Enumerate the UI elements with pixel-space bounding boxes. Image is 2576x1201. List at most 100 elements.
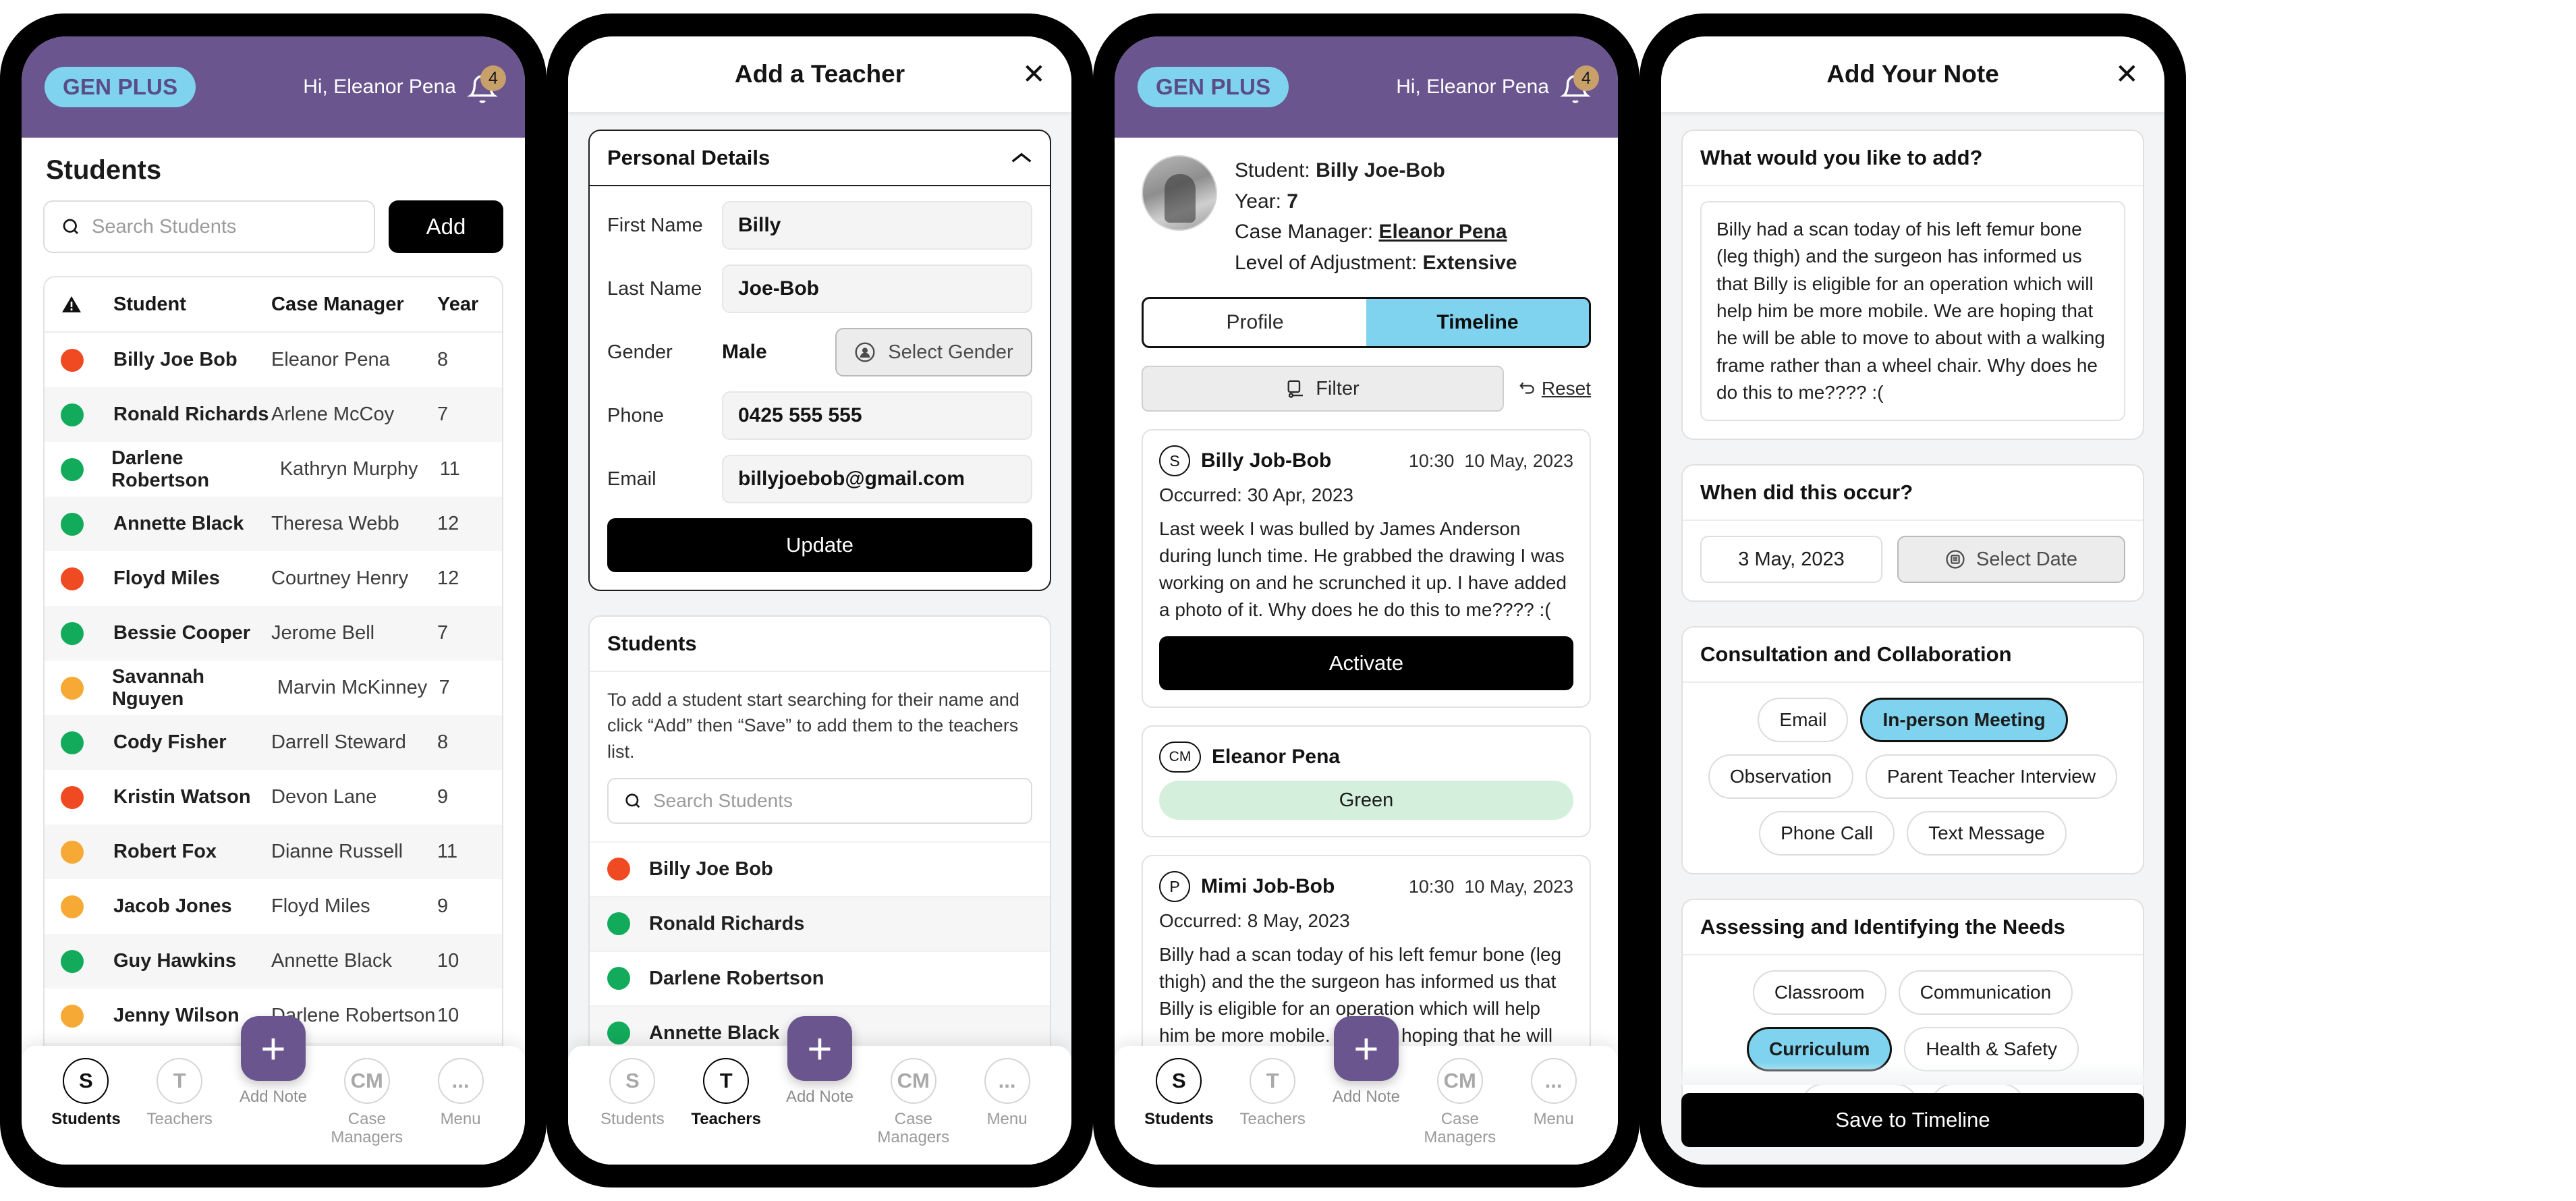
cell-case-manager: Annette Black [271,950,392,972]
chevron-up-icon [1011,152,1032,163]
teacher-search-students-input[interactable]: Search Students [607,777,1032,824]
ellipsis-icon: ... [984,1058,1030,1104]
status-dot [61,676,112,700]
nav-menu-label: Menu [1533,1110,1574,1128]
col-student[interactable]: Student [113,294,271,316]
table-row[interactable]: Guy Hawkins Annette Black 10 [45,934,502,988]
table-row[interactable]: Bessie Cooper Jerome Bell 7 [45,606,502,661]
timeline-entry[interactable]: S Billy Job-Bob 10:30 10 May, 2023 Occurred… [1142,429,1591,708]
last-name-input[interactable]: Joe-Bob [722,264,1032,313]
case-managers-icon: CM [890,1058,936,1104]
nav-students[interactable]: S Students [586,1058,679,1129]
chip-option[interactable]: In-person Meeting [1860,698,2068,743]
search-students-input[interactable]: Search Students [43,200,375,253]
nav-teachers[interactable]: T Teachers [679,1058,773,1129]
select-date-button[interactable]: Select Date [1897,536,2125,584]
table-row[interactable]: Billy Joe Bob Eleanor Pena 8 [45,333,502,387]
table-row[interactable]: Annette Black Theresa Webb 12 [45,497,502,551]
table-row[interactable]: Kristin Watson Devon Lane 9 [45,770,502,825]
chip-option[interactable]: Phone Call [1759,811,1895,856]
status-dot [61,785,113,809]
add-teacher-header: Add a Teacher ✕ [568,36,1071,112]
status-dot [61,895,113,918]
nav-menu[interactable]: ... Menu [960,1058,1054,1129]
page-title: Students [46,155,162,185]
tab-profile[interactable]: Profile [1144,299,1366,346]
nav-teachers[interactable]: T Teachers [133,1058,227,1129]
table-row[interactable]: Ronald Richards Arlene McCoy 7 [45,387,502,442]
update-button[interactable]: Update [607,518,1032,572]
list-item[interactable]: Ronald Richards [590,895,1050,951]
nav-teachers[interactable]: T Teachers [1226,1058,1320,1129]
table-row[interactable]: Cody Fisher Darrell Steward 8 [45,715,502,770]
notifications-button[interactable]: 4 [467,65,506,105]
nav-case-managers[interactable]: CM Case Managers [320,1058,414,1147]
date-value[interactable]: 3 May, 2023 [1700,536,1882,584]
activate-button[interactable]: Activate [1159,636,1573,691]
chip-option[interactable]: Text Message [1907,811,2067,856]
col-case-manager[interactable]: Case Manager [271,294,437,316]
cell-student: Kristin Watson [113,786,251,808]
phone-input[interactable]: 0425 555 555 [722,391,1032,440]
tab-timeline[interactable]: Timeline [1366,299,1589,347]
field-gender: Gender Male Select Gender [607,328,1032,376]
table-row[interactable]: Robert Fox Dianne Russell 11 [45,825,502,879]
consultation-heading: Consultation and Collaboration [1700,642,2012,667]
col-year[interactable]: Year [437,294,502,316]
nav-menu[interactable]: ... Menu [414,1058,507,1129]
status-dot [61,348,113,372]
note-textarea[interactable]: Billy had a scan today of his left femur… [1700,201,2125,422]
table-row[interactable]: Jacob Jones Floyd Miles 9 [45,879,502,934]
student-profile-summary: Student: Billy Joe-Bob Year: 7 Case Mana… [1136,138,1596,291]
nav-students[interactable]: S Students [1132,1058,1226,1129]
phone-add-note: Add Your Note ✕ What would you like to a… [1640,13,2186,1188]
nav-students-label: Students [600,1110,665,1128]
nav-add-note[interactable]: + Add Note [773,1016,867,1107]
date-row: 3 May, 2023 Select Date [1700,536,2125,584]
table-row[interactable]: Savannah Nguyen Marvin McKinney 7 [45,661,502,715]
nav-menu[interactable]: ... Menu [1507,1058,1600,1129]
profile-lines: Student: Billy Joe-Bob Year: 7 Case Mana… [1235,155,1517,278]
nav-case-managers-label: Case Managers [877,1110,950,1146]
status-dot [61,567,113,590]
table-row[interactable]: Floyd Miles Courtney Henry 12 [45,551,502,606]
brand-pill[interactable]: GEN PLUS [45,67,196,107]
notifications-button[interactable]: 4 [1560,65,1599,105]
when-body: 3 May, 2023 Select Date [1683,521,2143,600]
close-icon[interactable]: ✕ [1022,60,1046,88]
brand-pill[interactable]: GEN PLUS [1138,67,1289,107]
consultation-body: Email In-person Meeting Observation Parent … [1683,683,2143,873]
close-icon[interactable]: ✕ [2115,60,2139,88]
nav-students[interactable]: S Students [39,1058,133,1129]
cell-year: 10 [437,950,459,972]
status-dot [61,512,113,536]
filter-button[interactable]: Filter [1142,366,1504,412]
save-to-timeline-button[interactable]: Save to Timeline [1681,1093,2144,1147]
email-input[interactable]: billyjoebob@gmail.com [722,455,1032,503]
cell-student: Savannah Nguyen [111,665,204,710]
table-row[interactable]: Darlene Robertson Kathryn Murphy 11 [45,442,502,497]
chip-option[interactable]: Parent Teacher Interview [1865,754,2118,800]
nav-case-managers[interactable]: CM Case Managers [866,1058,960,1147]
list-item[interactable]: Billy Joe Bob [590,841,1050,896]
chip-option[interactable]: Communication [1898,970,2073,1015]
first-name-input[interactable]: Billy [722,201,1032,250]
chip-option[interactable]: Classroom [1752,970,1886,1015]
personal-details-header[interactable]: Personal Details [590,131,1050,186]
list-item[interactable]: Darlene Robertson [590,950,1050,1005]
warning-icon [61,294,113,315]
add-teacher-body: Personal Details First Name Billy Last N… [568,112,1071,1165]
nav-add-note[interactable]: + Add Note [227,1016,320,1107]
add-student-button[interactable]: Add [389,200,503,253]
nav-add-note[interactable]: + Add Note [1320,1016,1413,1107]
nav-case-managers[interactable]: CM Case Managers [1413,1058,1507,1147]
chip-option[interactable]: Observation [1708,754,1853,800]
greeting-text: Hi, Eleanor Pena [1396,76,1549,98]
cell-case-manager: Kathryn Murphy [279,458,418,480]
chip-option[interactable]: Email [1758,698,1849,743]
case-manager-link[interactable]: Eleanor Pena [1378,221,1507,243]
entry-author: P Mimi Job-Bob [1159,871,1335,903]
timeline-entry[interactable]: CM Eleanor Pena Green [1142,725,1591,838]
reset-button[interactable]: Reset [1519,378,1591,399]
select-gender-button[interactable]: Select Gender [835,328,1032,376]
